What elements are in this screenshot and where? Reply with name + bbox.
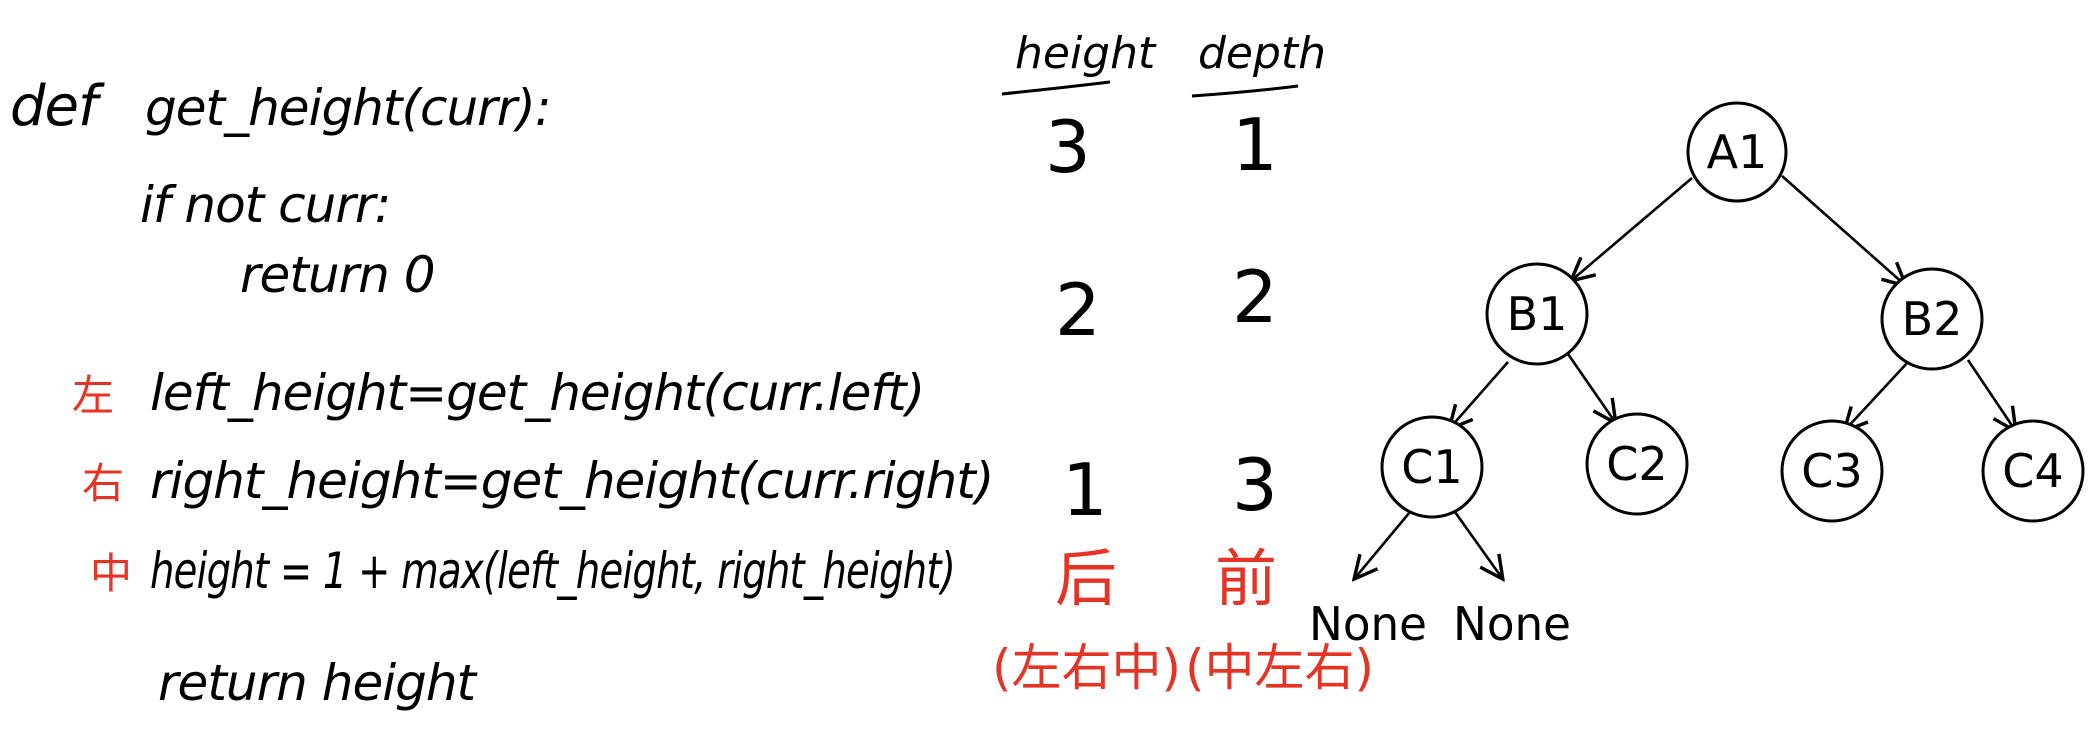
node-b1-label: B1 (1507, 287, 1568, 341)
depth-value-row3: 3 (1232, 443, 1278, 527)
def-keyword: def (10, 74, 105, 139)
edge-a1-b1 (1572, 177, 1693, 280)
depth-value-row2: 2 (1232, 255, 1278, 339)
return-zero-line: return 0 (240, 246, 435, 304)
right-height-line: right_height=get_height(curr.right) (150, 452, 993, 510)
node-b1: B1 (1485, 262, 1589, 366)
height-value-row3: 1 (1062, 448, 1108, 532)
depth-header-underline (1191, 84, 1299, 98)
tree-height-diagram: def get_height(curr): if not curr: retur… (10, 28, 2085, 712)
edge-a1-b2 (1781, 175, 1905, 285)
function-signature: get_height(curr): (145, 79, 551, 137)
node-c1-label: C1 (1401, 440, 1462, 494)
left-marker: 左 (72, 371, 114, 420)
return-height-line: return height (158, 654, 479, 712)
node-c4: C4 (1981, 419, 2085, 523)
right-marker: 右 (82, 459, 124, 508)
node-c2: C2 (1585, 412, 1689, 516)
height-line: height = 1 + max(left_height, right_heig… (150, 542, 955, 600)
node-a1: A1 (1686, 101, 1788, 203)
node-b2: B2 (1880, 267, 1984, 371)
edge-b2-c3 (1845, 361, 1909, 430)
if-line: if not curr: (140, 176, 390, 234)
height-header: height (1015, 28, 1157, 79)
left-height-line: left_height=get_height(curr.left) (150, 364, 924, 422)
edge-b1-c2 (1566, 353, 1615, 422)
height-value-row2: 2 (1055, 268, 1101, 352)
node-a1-label: A1 (1707, 125, 1768, 179)
edge-b1-c1 (1450, 361, 1509, 428)
depth-value-row1: 1 (1232, 103, 1278, 187)
node-c3: C3 (1780, 419, 1884, 523)
height-order-label: 后 (1055, 542, 1117, 615)
node-c3-label: C3 (1801, 444, 1862, 498)
none-right-label: None (1453, 597, 1571, 651)
mid-marker: 中 (90, 549, 132, 598)
node-b2-label: B2 (1902, 292, 1963, 346)
height-header-underline (1001, 80, 1111, 96)
depth-order-label: 前 (1215, 542, 1277, 615)
node-c1: C1 (1380, 415, 1484, 519)
edge-b2-c4 (1966, 359, 2015, 430)
height-order-detail: (左右中) (992, 639, 1181, 697)
edge-c1-none-left (1355, 511, 1411, 578)
depth-header: depth (1198, 28, 1326, 79)
none-left-label: None (1309, 597, 1427, 651)
code-block: def get_height(curr): if not curr: retur… (10, 74, 994, 712)
height-value-row1: 3 (1045, 105, 1091, 189)
node-c4-label: C4 (2002, 444, 2063, 498)
binary-tree: A1 B1 B2 C1 C2 C3 C4 None None (1309, 101, 2085, 651)
edge-c1-none-right (1453, 511, 1502, 578)
node-c2-label: C2 (1606, 437, 1667, 491)
